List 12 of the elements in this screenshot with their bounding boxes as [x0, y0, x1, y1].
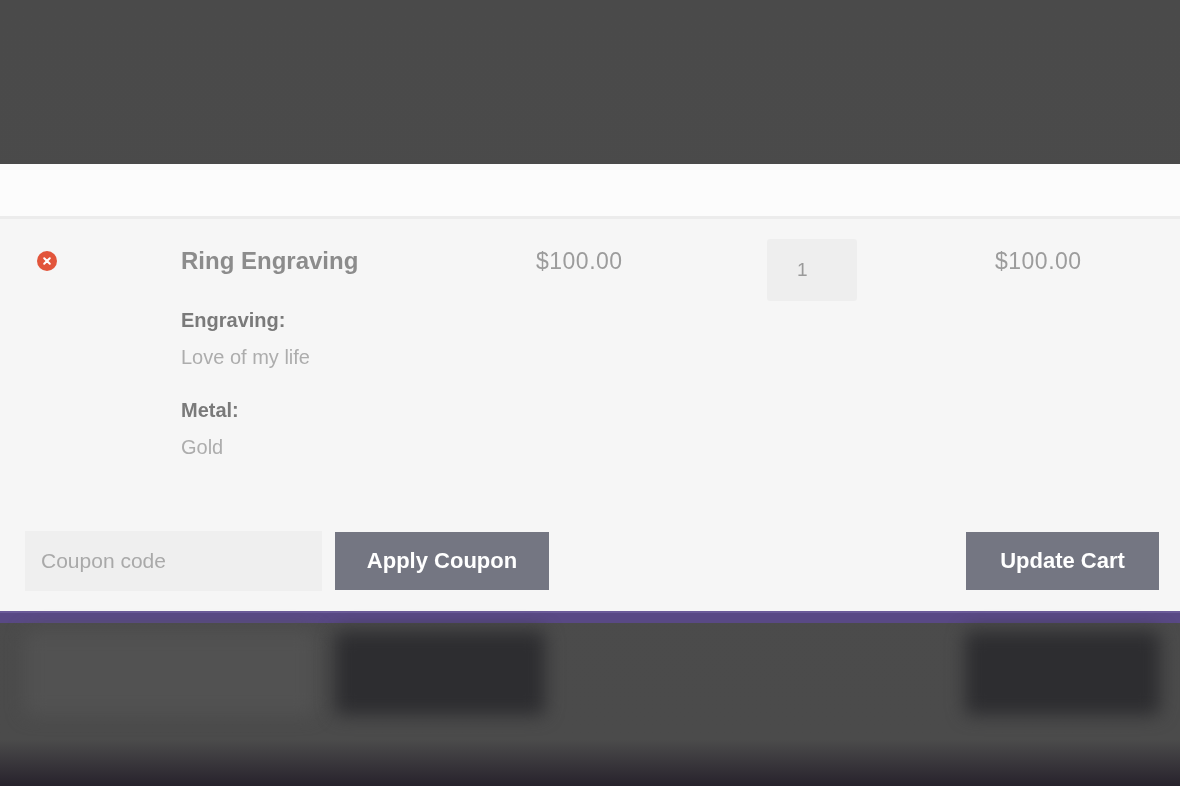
option-value: Gold [181, 435, 225, 459]
line-subtotal: $100.00 [995, 249, 1082, 273]
quantity-field[interactable]: 1 [767, 239, 857, 301]
option-label: Metal: [181, 398, 240, 422]
option-label: Engraving: [181, 308, 287, 332]
apply-coupon-button[interactable]: Apply Coupon [335, 532, 549, 590]
update-cart-button[interactable]: Update Cart [966, 532, 1159, 590]
unit-price: $100.00 [536, 249, 623, 273]
product-name[interactable]: Ring Engraving [181, 249, 359, 273]
remove-icon[interactable] [37, 251, 57, 271]
option-value: Love of my life [181, 345, 310, 369]
coupon-field[interactable]: Coupon code [25, 531, 322, 591]
